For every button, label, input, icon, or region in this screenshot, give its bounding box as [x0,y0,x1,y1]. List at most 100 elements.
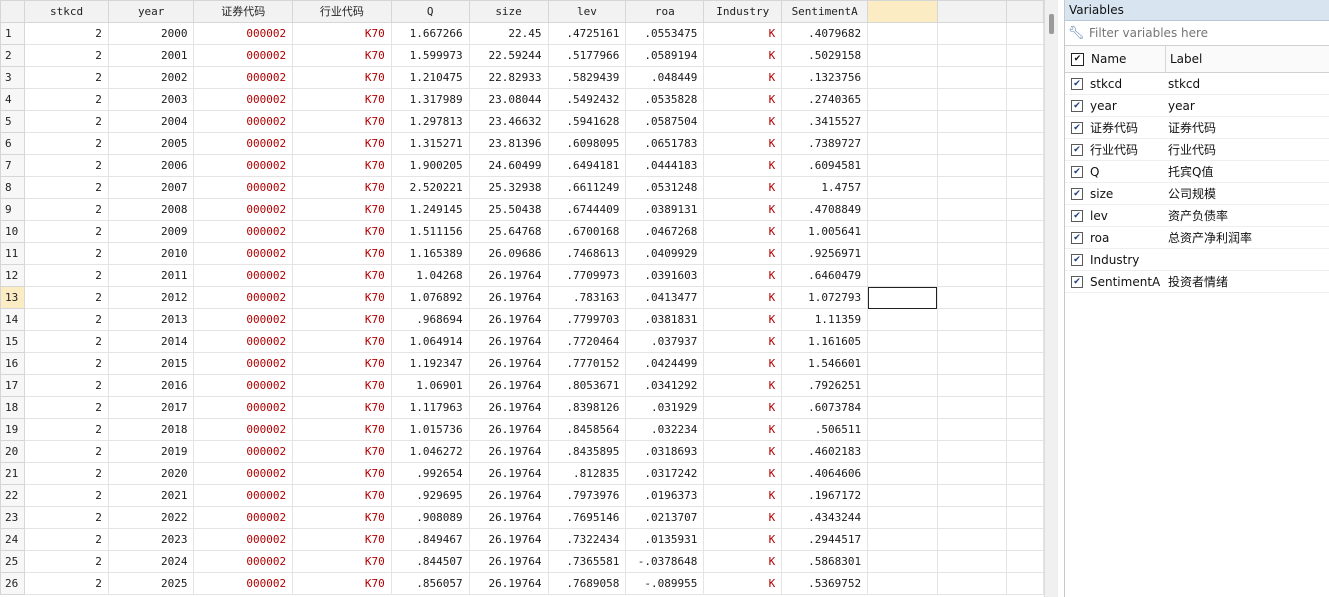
data-cell[interactable]: 26.19764 [468,374,549,397]
empty-cell[interactable] [936,176,1008,199]
data-cell[interactable]: .0467268 [625,220,705,243]
data-cell[interactable]: .0341292 [625,374,705,397]
row-number[interactable]: 17 [0,374,26,397]
data-cell[interactable]: 2011 [107,264,195,287]
data-cell[interactable]: .0391603 [625,264,705,287]
data-cell[interactable]: 1.072793 [781,286,869,309]
empty-cell[interactable] [936,242,1008,265]
data-cell[interactable]: 000002 [193,198,294,221]
data-cell[interactable]: .849467 [390,528,470,551]
empty-cell[interactable] [867,264,938,287]
empty-cell[interactable] [867,572,938,595]
data-cell[interactable]: K [703,220,783,243]
empty-cell[interactable] [936,330,1008,353]
data-cell[interactable]: 000002 [193,220,294,243]
data-cell[interactable]: 2 [24,242,109,265]
row-number[interactable]: 14 [0,308,26,331]
data-cell[interactable]: 25.50438 [468,198,549,221]
data-cell[interactable]: .929695 [390,484,470,507]
data-cell[interactable]: K [703,66,783,89]
column-header[interactable]: 证券代码 [193,0,294,23]
data-cell[interactable]: .0651783 [625,132,705,155]
empty-cell[interactable] [1006,440,1044,463]
data-cell[interactable]: .6094581 [781,154,869,177]
data-cell[interactable]: .7770152 [547,352,627,375]
empty-cell[interactable] [936,198,1008,221]
empty-cell[interactable] [936,308,1008,331]
empty-cell[interactable] [1006,22,1044,45]
data-cell[interactable]: 2 [24,484,109,507]
data-cell[interactable]: 000002 [193,308,294,331]
data-cell[interactable]: 26.19764 [468,418,549,441]
data-cell[interactable]: 1.161605 [781,330,869,353]
data-cell[interactable]: .0444183 [625,154,705,177]
data-cell[interactable]: 2000 [107,22,195,45]
data-cell[interactable]: K [703,22,783,45]
data-cell[interactable]: K [703,330,783,353]
variable-visible-checkbox[interactable]: ✔ [1071,275,1083,288]
data-cell[interactable]: 23.81396 [468,132,549,155]
variable-visible-checkbox[interactable]: ✔ [1071,209,1083,222]
data-cell[interactable]: .8435895 [547,440,627,463]
data-cell[interactable]: K [703,440,783,463]
data-cell[interactable]: .0589194 [625,44,705,67]
data-cell[interactable]: 26.09686 [468,242,549,265]
variable-row[interactable]: ✔ 行业代码 行业代码 [1065,139,1329,161]
data-cell[interactable]: .1323756 [781,66,869,89]
data-cell[interactable]: 2 [24,418,109,441]
empty-cell[interactable] [936,550,1008,573]
data-cell[interactable]: 2017 [107,396,195,419]
data-cell[interactable]: 2 [24,44,109,67]
empty-cell[interactable] [1006,132,1044,155]
data-cell[interactable]: 1.511156 [390,220,470,243]
variable-visible-checkbox[interactable]: ✔ [1071,231,1083,244]
empty-cell[interactable] [1006,462,1044,485]
data-cell[interactable]: K [703,198,783,221]
data-cell[interactable]: .908089 [390,506,470,529]
data-cell[interactable]: 26.19764 [468,396,549,419]
data-cell[interactable]: .8398126 [547,396,627,419]
data-cell[interactable]: 26.19764 [468,330,549,353]
data-cell[interactable]: .7973976 [547,484,627,507]
data-cell[interactable]: K70 [292,132,392,155]
data-cell[interactable]: 2 [24,330,109,353]
variable-row[interactable]: ✔ Q 托宾Q值 [1065,161,1329,183]
data-editor-grid[interactable]: stkcd year 证券代码 行业代码 Qsize lev roa Industry Sent… [0,0,1044,597]
empty-cell[interactable] [1006,484,1044,507]
data-cell[interactable]: K [703,154,783,177]
data-cell[interactable]: 2004 [107,110,195,133]
data-cell[interactable]: .5177966 [547,44,627,67]
data-cell[interactable]: 000002 [193,374,294,397]
data-cell[interactable]: 2 [24,66,109,89]
empty-cell[interactable] [936,154,1008,177]
name-column-header[interactable]: Name [1090,46,1165,72]
column-header[interactable]: roa [625,0,705,23]
data-cell[interactable]: 1.064914 [390,330,470,353]
data-cell[interactable]: 26.19764 [468,440,549,463]
empty-cell[interactable] [1006,286,1044,309]
data-cell[interactable]: K70 [292,198,392,221]
row-number[interactable]: 10 [0,220,26,243]
data-cell[interactable]: .7709973 [547,264,627,287]
data-cell[interactable]: 2023 [107,528,195,551]
data-cell[interactable]: -.089955 [625,572,705,595]
data-cell[interactable]: 000002 [193,286,294,309]
data-cell[interactable]: K70 [292,330,392,353]
row-number[interactable]: 4 [0,88,26,111]
empty-cell[interactable] [936,352,1008,375]
empty-cell[interactable] [936,572,1008,595]
empty-cell[interactable] [936,264,1008,287]
empty-cell[interactable] [867,198,938,221]
data-cell[interactable]: 2 [24,396,109,419]
empty-cell[interactable] [1006,550,1044,573]
data-cell[interactable]: .7365581 [547,550,627,573]
data-cell[interactable]: 2021 [107,484,195,507]
data-cell[interactable]: 2 [24,88,109,111]
column-header[interactable]: 行业代码 [292,0,392,23]
data-cell[interactable]: .6611249 [547,176,627,199]
row-number[interactable]: 8 [0,176,26,199]
data-cell[interactable]: K70 [292,88,392,111]
data-cell[interactable]: .2740365 [781,88,869,111]
data-cell[interactable]: K70 [292,506,392,529]
data-cell[interactable]: .8053671 [547,374,627,397]
